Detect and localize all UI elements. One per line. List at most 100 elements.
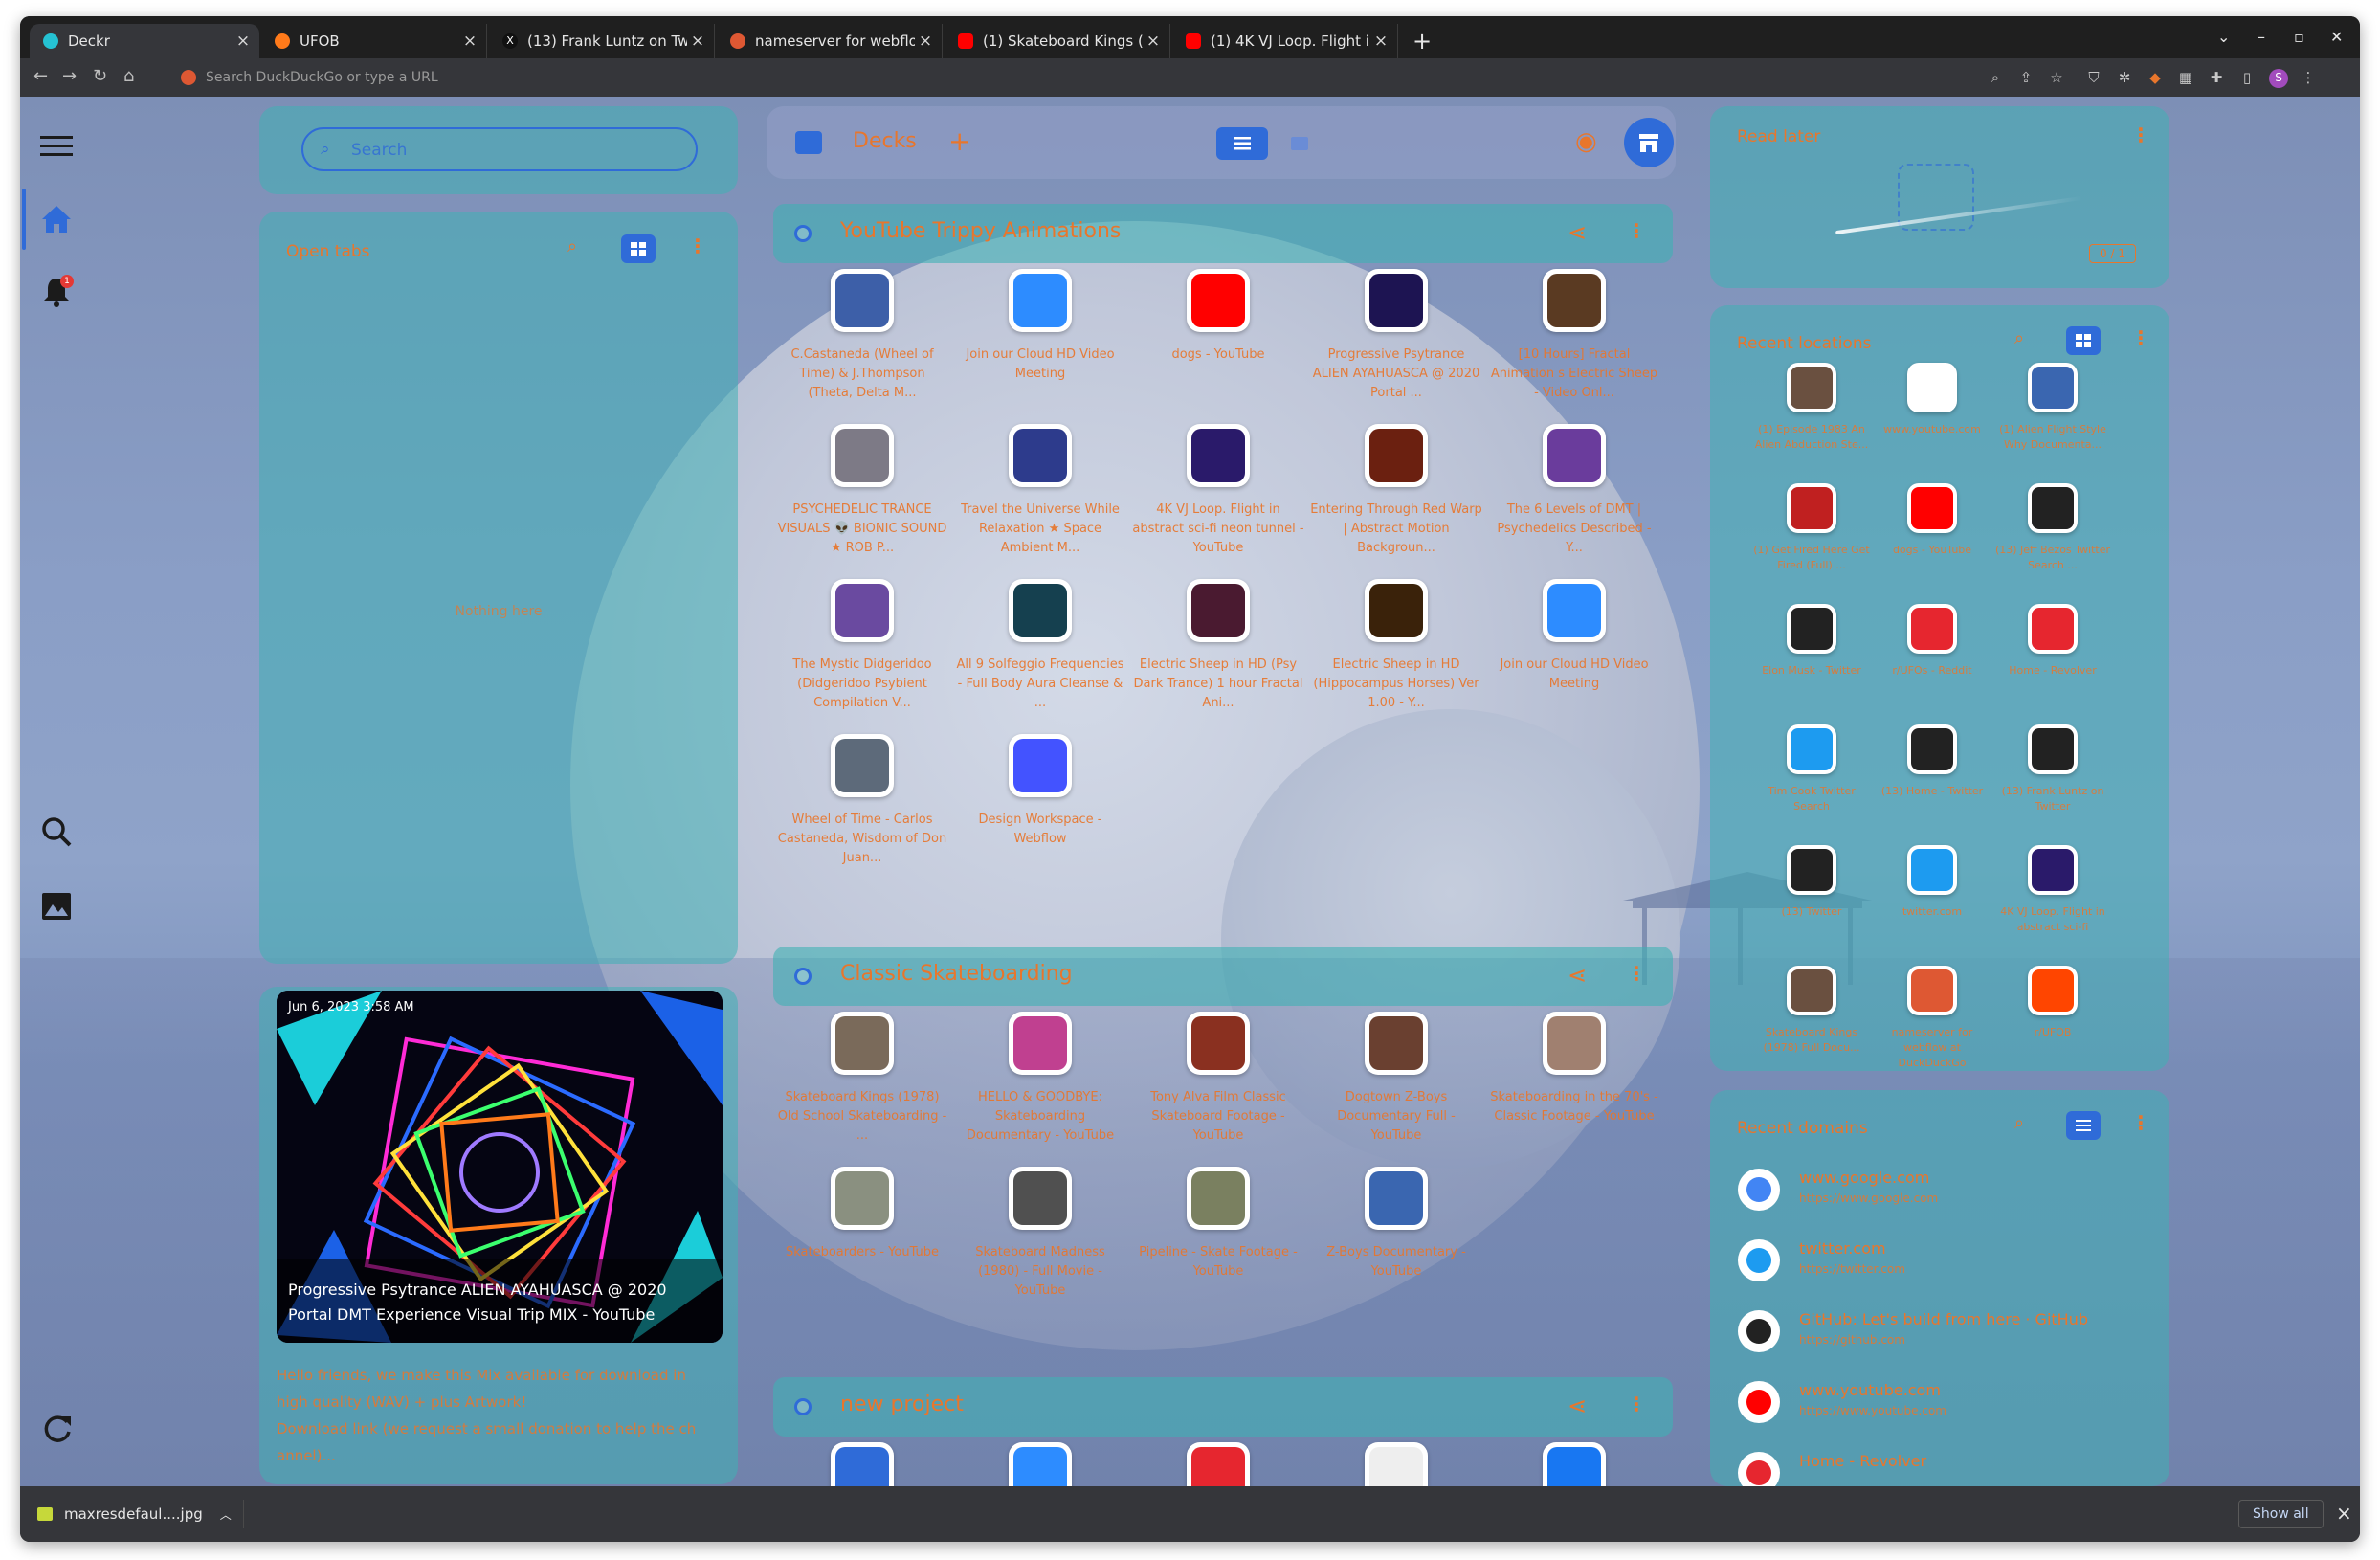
gear-extension-icon[interactable]: ✲ (2116, 69, 2133, 86)
sidebar-toggle-icon[interactable]: ▯ (2238, 69, 2256, 86)
deck-item-tile[interactable] (1009, 1012, 1072, 1075)
show-all-button[interactable]: Show all (2238, 1500, 2324, 1528)
home-icon[interactable] (37, 200, 76, 238)
sidebar-toggle-icon[interactable] (795, 131, 822, 154)
menu-icon[interactable] (37, 127, 76, 166)
close-icon[interactable]: × (1143, 32, 1164, 51)
deck-item-tile[interactable] (1543, 1012, 1606, 1075)
recent-location-tile[interactable] (1907, 845, 1957, 895)
puzzle-extensions-icon[interactable]: ✚ (2208, 69, 2225, 86)
recent-location-tile[interactable] (2028, 724, 2078, 774)
deck-item-tile[interactable] (831, 1167, 894, 1230)
recent-location-tile[interactable] (1907, 966, 1957, 1015)
tab-deckr[interactable]: Deckr × (30, 24, 259, 58)
deck-item-tile[interactable] (1009, 1442, 1072, 1486)
share-icon[interactable]: ⋖ (1568, 962, 1587, 989)
recent-location-tile[interactable] (1787, 724, 1836, 774)
more-options-icon[interactable]: ⋮ (688, 234, 707, 257)
deck-item-tile[interactable] (1543, 269, 1606, 332)
deck-item-tile[interactable] (831, 1442, 894, 1486)
recent-location-tile[interactable] (2028, 604, 2078, 654)
recent-location-tile[interactable] (1787, 363, 1836, 412)
add-deck-button[interactable]: + (948, 125, 970, 157)
search-icon[interactable] (37, 813, 76, 851)
deck-item-tile[interactable] (1365, 424, 1428, 487)
omnibox[interactable]: Search DuckDuckGo or type a URL (164, 63, 1972, 92)
new-tab-button[interactable]: + (1412, 28, 1432, 55)
back-icon[interactable]: ← (33, 66, 48, 86)
search-input[interactable]: ⌕ Search (301, 127, 698, 171)
recent-location-tile[interactable] (1787, 483, 1836, 533)
deck-item-tile[interactable] (831, 424, 894, 487)
deck-item-tile[interactable] (1365, 579, 1428, 642)
search-icon[interactable]: ⌕ (2014, 328, 2024, 348)
reload-icon[interactable]: ↻ (93, 66, 107, 86)
deck-header[interactable]: YouTube Trippy Animations ⋖ ⋮ (773, 204, 1673, 263)
deck-radio-icon[interactable] (794, 225, 812, 242)
profile-avatar[interactable]: S (2269, 69, 2288, 88)
more-options-icon[interactable]: ⋮ (1627, 219, 1646, 242)
forward-icon[interactable]: → (62, 66, 77, 86)
home-button-icon[interactable]: ⌂ (123, 66, 134, 86)
grid-view-button[interactable] (1274, 127, 1325, 160)
close-icon[interactable]: × (687, 32, 708, 51)
deck-item-tile[interactable] (1187, 269, 1250, 332)
preview-thumbnail[interactable]: Jun 6, 2023 3:58 AM Progressive Psytranc… (277, 991, 723, 1343)
image-icon[interactable] (37, 887, 76, 925)
list-view-button[interactable] (1216, 127, 1268, 160)
close-icon[interactable]: × (459, 32, 480, 51)
minimize-icon[interactable]: – (2258, 28, 2265, 46)
close-download-bar-icon[interactable]: × (2336, 1502, 2352, 1525)
grid-view-button[interactable] (621, 234, 656, 263)
chevron-up-icon[interactable]: ︿ (220, 1506, 232, 1523)
grid-view-button[interactable] (2066, 326, 2101, 355)
deck-item-tile[interactable] (1365, 1012, 1428, 1075)
tab-twitter[interactable]: X (13) Frank Luntz on Twitter × (489, 24, 715, 58)
recent-location-tile[interactable] (2028, 363, 2078, 412)
recent-location-tile[interactable] (2028, 966, 2078, 1015)
shield-extension-icon[interactable]: ⛉ (2085, 69, 2102, 86)
window-close-icon[interactable]: ✕ (2330, 28, 2343, 46)
deck-item-tile[interactable] (1009, 579, 1072, 642)
recent-location-tile[interactable] (1907, 604, 1957, 654)
keyboard-extension-icon[interactable]: ▦ (2177, 69, 2194, 86)
zoom-icon[interactable]: ⌕ (1987, 69, 2004, 86)
bell-icon[interactable]: 1 (37, 273, 76, 311)
deck-item-tile[interactable] (1187, 1442, 1250, 1486)
close-icon[interactable]: × (233, 32, 254, 51)
deck-item-tile[interactable] (1009, 1167, 1072, 1230)
recent-location-tile[interactable] (1787, 845, 1836, 895)
share-icon[interactable]: ⋖ (1568, 1393, 1587, 1419)
close-icon[interactable]: × (915, 32, 936, 51)
deck-item-tile[interactable] (1543, 579, 1606, 642)
fox-extension-icon[interactable]: ◆ (2146, 69, 2164, 86)
list-view-button[interactable] (2066, 1111, 2101, 1140)
deck-header[interactable]: new project ⋖ ⋮ (773, 1377, 1673, 1437)
bookmark-star-icon[interactable]: ☆ (2048, 69, 2065, 86)
recent-location-tile[interactable] (1787, 604, 1836, 654)
tab-vj-loop[interactable]: (1) 4K VJ Loop. Flight in abstract × (1172, 24, 1398, 58)
deck-item-tile[interactable] (1009, 424, 1072, 487)
deck-item-tile[interactable] (1365, 1442, 1428, 1486)
deck-item-tile[interactable] (1009, 734, 1072, 797)
close-icon[interactable]: × (1370, 32, 1391, 51)
more-options-icon[interactable]: ⋮ (2131, 1111, 2150, 1134)
deck-item-tile[interactable] (1187, 424, 1250, 487)
more-options-icon[interactable]: ⋮ (2131, 326, 2150, 349)
deck-radio-icon[interactable] (794, 968, 812, 985)
maximize-icon[interactable]: ▫ (2294, 28, 2304, 46)
deck-item-tile[interactable] (831, 734, 894, 797)
recent-location-tile[interactable] (2028, 845, 2078, 895)
tab-nameserver[interactable]: nameserver for webflow × (717, 24, 943, 58)
recent-location-tile[interactable] (1907, 724, 1957, 774)
deck-radio-icon[interactable] (794, 1398, 812, 1415)
tab-search-icon[interactable]: ⌄ (2217, 28, 2230, 46)
recent-location-tile[interactable] (2028, 483, 2078, 533)
share-icon[interactable]: ⋖ (1568, 219, 1587, 246)
deck-item-tile[interactable] (1365, 1167, 1428, 1230)
more-options-icon[interactable]: ⋮ (1627, 962, 1646, 985)
deck-item-tile[interactable] (1543, 424, 1606, 487)
deck-item-tile[interactable] (831, 1012, 894, 1075)
more-options-icon[interactable]: ⋮ (1627, 1393, 1646, 1415)
tab-ufob[interactable]: UFOB × (261, 24, 487, 58)
